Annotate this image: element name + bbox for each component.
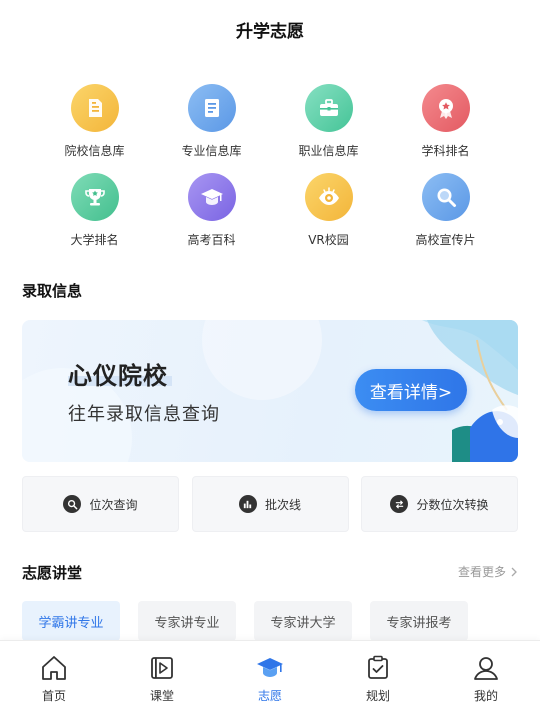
medal-icon bbox=[421, 84, 470, 132]
tab-expert-application[interactable]: 专家讲报考 bbox=[370, 601, 468, 641]
view-more-link[interactable]: 查看更多 bbox=[458, 563, 518, 580]
graduation-cap-icon bbox=[187, 173, 236, 221]
user-icon bbox=[474, 657, 498, 680]
tab-mine[interactable]: 我的 bbox=[432, 641, 540, 720]
feature-grid: 院校信息库 专业信息库 职业信息库 学科排名 大学排名 高考百科 VR校园 高校… bbox=[36, 84, 504, 248]
home-icon bbox=[42, 656, 66, 680]
score-rank-convert-button[interactable]: 分数位次转换 bbox=[361, 476, 518, 532]
grid-label: VR校园 bbox=[308, 233, 349, 247]
grid-item-vr-campus[interactable]: VR校园 bbox=[270, 173, 387, 248]
batch-line-button[interactable]: 批次线 bbox=[191, 476, 349, 532]
eye-icon bbox=[304, 173, 353, 221]
briefcase-icon bbox=[304, 84, 353, 132]
banner-title: 心仪院校 bbox=[68, 362, 168, 390]
lecture-tabs: 学霸讲专业 专家讲专业 专家讲大学 专家讲报考 bbox=[22, 601, 468, 641]
tab-label: 我的 bbox=[473, 689, 498, 703]
section-title-admission: 录取信息 bbox=[22, 282, 83, 300]
trophy-icon bbox=[70, 173, 119, 221]
grid-item-promo-video[interactable]: 高校宣传片 bbox=[387, 173, 504, 248]
section-title-lecture: 志愿讲堂 bbox=[22, 564, 83, 582]
video-icon bbox=[151, 657, 173, 679]
tab-label: 规划 bbox=[365, 689, 390, 703]
grid-label: 院校信息库 bbox=[64, 144, 125, 158]
tab-volunteer[interactable]: 志愿 bbox=[216, 641, 324, 720]
quick-label: 批次线 bbox=[264, 497, 301, 512]
grid-label: 高考百科 bbox=[187, 233, 236, 247]
quick-actions: 位次查询 批次线 分数位次转换 bbox=[22, 476, 518, 532]
tab-label: 志愿 bbox=[257, 689, 282, 703]
header: 升学志愿 bbox=[0, 0, 540, 58]
grid-label: 大学排名 bbox=[70, 233, 119, 247]
grid-item-major-db[interactable]: 专业信息库 bbox=[153, 84, 270, 159]
quick-label: 分数位次转换 bbox=[416, 497, 489, 512]
banner-subtitle: 往年录取信息查询 bbox=[68, 404, 220, 425]
bar-chart-icon bbox=[238, 495, 257, 513]
grid-item-gaokao-wiki[interactable]: 高考百科 bbox=[153, 173, 270, 248]
view-more-label: 查看更多 bbox=[457, 565, 506, 579]
tab-top-student-major[interactable]: 学霸讲专业 bbox=[22, 601, 120, 641]
grid-item-university-rank[interactable]: 大学排名 bbox=[36, 173, 153, 248]
document-icon bbox=[70, 84, 119, 132]
book-icon bbox=[187, 84, 236, 132]
grid-label: 专业信息库 bbox=[181, 144, 242, 158]
view-details-button[interactable]: 查看详情> bbox=[355, 369, 467, 411]
tab-label: 课堂 bbox=[149, 689, 174, 703]
search-icon bbox=[63, 495, 82, 513]
grid-item-career-db[interactable]: 职业信息库 bbox=[270, 84, 387, 159]
admission-banner[interactable]: 心仪院校 往年录取信息查询 查看详情> bbox=[22, 320, 518, 462]
grid-label: 高校宣传片 bbox=[415, 233, 476, 247]
tab-expert-major[interactable]: 专家讲专业 bbox=[138, 601, 236, 641]
quick-label: 位次查询 bbox=[89, 497, 138, 512]
swap-icon bbox=[390, 495, 409, 513]
tab-planning[interactable]: 规划 bbox=[324, 641, 432, 720]
bottom-tab-bar: 首页 课堂 志愿 规划 我的 bbox=[0, 640, 540, 720]
page-title: 升学志愿 bbox=[236, 21, 304, 42]
rank-query-button[interactable]: 位次查询 bbox=[22, 476, 179, 532]
tab-home[interactable]: 首页 bbox=[0, 641, 108, 720]
graduation-cap-icon bbox=[257, 658, 283, 677]
grid-item-subject-rank[interactable]: 学科排名 bbox=[387, 84, 504, 159]
tab-expert-university[interactable]: 专家讲大学 bbox=[254, 601, 352, 641]
clipboard-check-icon bbox=[368, 655, 388, 679]
grid-label: 学科排名 bbox=[421, 144, 470, 158]
magnifier-icon bbox=[421, 173, 470, 221]
tab-classroom[interactable]: 课堂 bbox=[108, 641, 216, 720]
grid-label: 职业信息库 bbox=[298, 144, 359, 158]
chevron-right-icon bbox=[511, 567, 517, 576]
tab-label: 首页 bbox=[41, 689, 66, 703]
grid-item-college-db[interactable]: 院校信息库 bbox=[36, 84, 153, 159]
